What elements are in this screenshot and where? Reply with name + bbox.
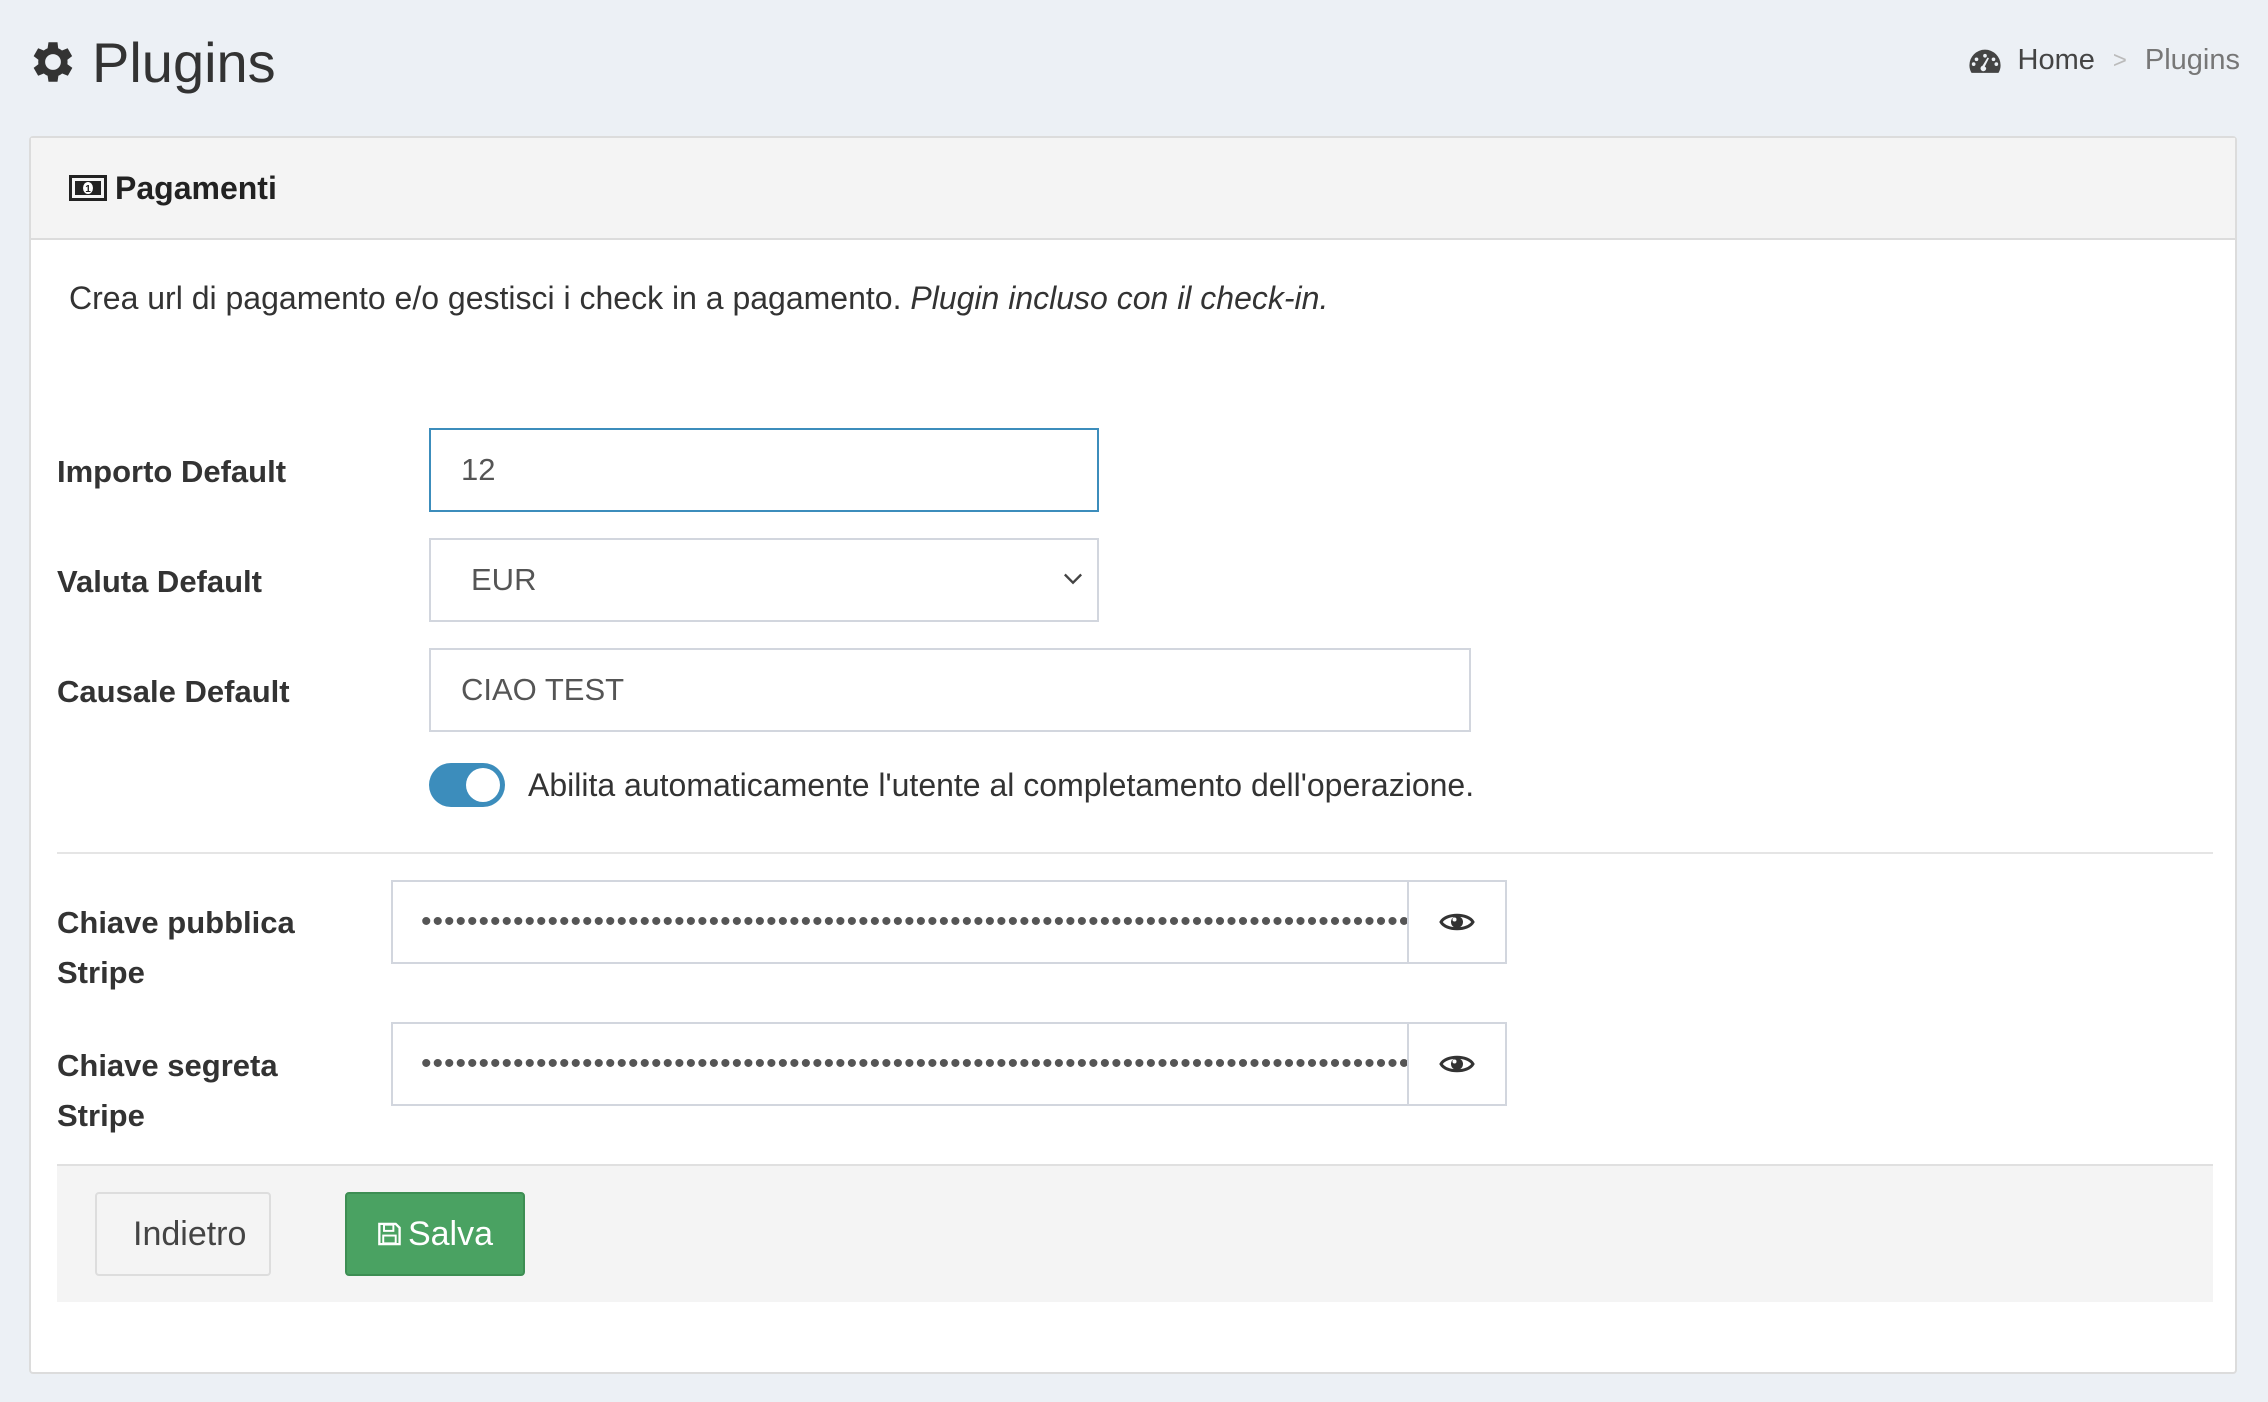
valuta-label: Valuta Default: [57, 564, 262, 599]
page-title: Plugins: [26, 22, 276, 102]
causale-input[interactable]: [429, 648, 1471, 732]
valuta-selected-value: EUR: [471, 562, 537, 597]
dashboard-icon: [1968, 49, 2001, 73]
secret-key-label: Chiave segreta Stripe: [57, 1041, 278, 1141]
eye-icon: [1439, 1055, 1475, 1073]
public-key-group: ••••••••••••••••••••••••••••••••••••••••…: [391, 880, 1507, 964]
page-title-text: Plugins: [92, 30, 276, 94]
show-secret-key-button[interactable]: [1409, 1022, 1507, 1106]
public-key-label: Chiave pubblica Stripe: [57, 898, 295, 998]
public-key-label-line1: Chiave pubblica: [57, 905, 295, 940]
back-button-label: Indietro: [133, 1214, 247, 1253]
importo-label: Importo Default: [57, 454, 287, 489]
gear-icon: [33, 42, 73, 82]
breadcrumb-home-label: Home: [2017, 44, 2095, 76]
back-button[interactable]: Indietro: [95, 1192, 271, 1276]
chevron-down-icon: [1064, 573, 1082, 585]
svg-text:1: 1: [85, 184, 91, 195]
causale-label: Causale Default: [57, 674, 290, 709]
secret-key-label-line1: Chiave segreta: [57, 1048, 278, 1083]
section-divider: [57, 852, 2213, 854]
breadcrumb-current: Plugins: [2144, 44, 2240, 76]
breadcrumb-home-link[interactable]: Home: [1968, 44, 2095, 77]
breadcrumb: Home > Plugins: [1968, 44, 2240, 77]
toggle-knob: [466, 768, 500, 802]
save-button[interactable]: Salva: [345, 1192, 525, 1276]
money-icon: 1: [69, 175, 107, 201]
box-header: 1 Pagamenti: [31, 138, 2235, 240]
eye-icon: [1439, 913, 1475, 931]
floppy-disk-icon: [378, 1222, 401, 1246]
save-button-label: Salva: [407, 1214, 493, 1253]
auto-enable-label: Abilita automaticamente l'utente al comp…: [528, 767, 1475, 803]
plugin-box: 1 Pagamenti Crea url di pagamento e/o ge…: [29, 136, 2237, 1374]
auto-enable-toggle[interactable]: [429, 763, 505, 807]
secret-key-input[interactable]: ••••••••••••••••••••••••••••••••••••••••…: [391, 1022, 1409, 1106]
form-footer: Indietro Salva: [57, 1164, 2213, 1302]
breadcrumb-separator: >: [2112, 46, 2127, 74]
box-title: Pagamenti: [115, 169, 277, 206]
importo-input[interactable]: [429, 428, 1099, 512]
show-public-key-button[interactable]: [1409, 880, 1507, 964]
public-key-input[interactable]: ••••••••••••••••••••••••••••••••••••••••…: [391, 880, 1409, 964]
secret-key-label-line2: Stripe: [57, 1098, 145, 1133]
public-key-label-line2: Stripe: [57, 955, 145, 990]
plugin-description: Crea url di pagamento e/o gestisci i che…: [69, 280, 1328, 317]
valuta-select[interactable]: EUR: [429, 538, 1099, 622]
description-text: Crea url di pagamento e/o gestisci i che…: [69, 280, 902, 316]
secret-key-group: ••••••••••••••••••••••••••••••••••••••••…: [391, 1022, 1507, 1106]
description-note: Plugin incluso con il check-in.: [910, 280, 1329, 316]
